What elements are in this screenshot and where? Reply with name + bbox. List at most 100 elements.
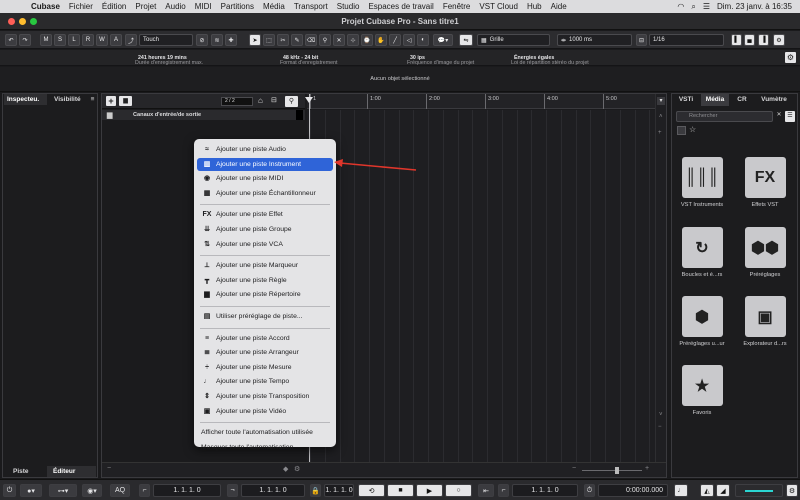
tab-inspector[interactable]: Inspecteu.: [4, 94, 47, 105]
speech-bubble-icon[interactable]: 💬▾: [433, 34, 453, 46]
tab-cr[interactable]: CR: [733, 94, 751, 106]
horizontal-zoom-thumb[interactable]: [615, 467, 619, 474]
wifi-icon[interactable]: ◠: [677, 2, 684, 11]
zoom-out-v-icon[interactable]: −: [658, 424, 662, 430]
infoline-settings-icon[interactable]: ⚙: [785, 52, 796, 63]
automation-icon[interactable]: ⤴: [125, 34, 137, 46]
record-icon[interactable]: ○: [445, 484, 472, 497]
track-zoom-handle-icon[interactable]: ◆: [283, 465, 288, 473]
line-tool-icon[interactable]: ╱: [389, 34, 401, 46]
transport-settings-icon[interactable]: ⚙: [786, 484, 798, 497]
lower-zone-toggle-icon[interactable]: ▄: [744, 34, 755, 46]
context-menu-item[interactable]: FX Ajouter une piste Effet: [197, 208, 333, 221]
mediabay-tile[interactable]: ▣ Explorateur d...rs: [735, 296, 795, 347]
menu-9[interactable]: Espaces de travail: [368, 2, 433, 11]
comp-tool-icon[interactable]: ⊹: [347, 34, 359, 46]
mediabay-tile[interactable]: ⬢⬢ Préréglages: [735, 227, 795, 278]
context-menu-item[interactable]: Afficher toute l'automatisation utilisée: [197, 426, 333, 439]
context-menu-item[interactable]: ▦ Ajouter une piste Échantillonneur: [197, 187, 333, 200]
mode-button-a[interactable]: A: [110, 34, 122, 46]
time-display-primary[interactable]: 1. 1. 1. 0: [512, 484, 578, 497]
menu-4[interactable]: MIDI: [195, 2, 212, 11]
context-menu-item[interactable]: ≣ Ajouter une piste Arrangeur: [197, 346, 333, 359]
mode-button-w[interactable]: W: [96, 34, 108, 46]
zone-menu-icon[interactable]: ≡: [88, 94, 97, 105]
context-menu-item[interactable]: ÷ Ajouter une piste Mesure: [197, 361, 333, 374]
tab-vumètre[interactable]: Vumètre: [755, 94, 793, 106]
menu-clock[interactable]: Dim. 23 janv. à 16:35: [717, 2, 792, 11]
context-menu-item[interactable]: ≈ Ajouter une piste Audio: [197, 143, 333, 156]
click-icon[interactable]: ◭: [700, 484, 714, 497]
zoom-in-v-icon[interactable]: +: [658, 130, 662, 136]
home-icon[interactable]: ⌂: [258, 96, 268, 106]
left-zone-toggle-icon[interactable]: ▌: [731, 34, 742, 46]
menu-8[interactable]: Studio: [337, 2, 360, 11]
right-locator-icon[interactable]: ¬: [227, 484, 238, 497]
record-format[interactable]: Format d'enregistrement 48 kHz - 24 bit: [280, 55, 338, 66]
context-menu-item[interactable]: ▥ Ajouter une piste Instrument: [197, 157, 333, 171]
object-selection-tool-icon[interactable]: ➤: [249, 34, 261, 46]
ruler-menu-icon[interactable]: ▾: [657, 97, 665, 105]
play-tool-icon[interactable]: ◁: [403, 34, 415, 46]
tab-visibility[interactable]: Visibilité: [51, 94, 86, 105]
menu-3[interactable]: Audio: [165, 2, 185, 11]
quantize-select[interactable]: 1/16: [649, 34, 724, 46]
right-zone-toggle-icon[interactable]: ▐: [758, 34, 769, 46]
menu-2[interactable]: Projet: [135, 2, 156, 11]
insert-mode-icon[interactable]: ✚: [225, 34, 237, 46]
horizontal-zoom-slider[interactable]: [582, 470, 642, 471]
menu-11[interactable]: VST Cloud: [479, 2, 518, 11]
mode-button-l[interactable]: L: [68, 34, 80, 46]
erase-tool-icon[interactable]: ⌫: [305, 34, 317, 46]
timeline-ruler[interactable]: 1 1:00 2:00 3:00 4:00 5:00: [307, 94, 661, 109]
favorite-star-icon[interactable]: ☆: [689, 125, 696, 134]
menu-0[interactable]: Fichier: [69, 2, 93, 11]
record-mode-icon[interactable]: ●▾: [20, 484, 42, 497]
context-menu-item[interactable]: ≡ Ajouter une piste Accord: [197, 332, 333, 345]
tab-track[interactable]: Piste: [13, 466, 29, 477]
position-field[interactable]: 1. 1. 1. 0: [324, 484, 354, 497]
split-tool-icon[interactable]: ✂: [277, 34, 289, 46]
mediabay-search-input[interactable]: Rechercher: [676, 111, 773, 122]
metronome-mode-icon[interactable]: ◉▾: [82, 484, 102, 497]
auto-quantize-button[interactable]: AQ: [110, 484, 130, 497]
pan-law[interactable]: Loi de répartition stéréo du projet Éner…: [511, 55, 589, 66]
range-tool-icon[interactable]: ⬚: [263, 34, 275, 46]
tab-editor[interactable]: Éditeur: [47, 466, 96, 477]
audio-in-icon[interactable]: ⊶▾: [49, 484, 77, 497]
hand-tool-icon[interactable]: ✋: [375, 34, 387, 46]
context-menu-item[interactable]: ▆ Ajouter une piste Répertoire: [197, 288, 333, 301]
track-search-icon[interactable]: ⚲: [285, 96, 298, 107]
app-menu-cubase[interactable]: Cubase: [31, 2, 60, 11]
footer-settings-icon[interactable]: ⚙: [294, 465, 300, 473]
activate-project-icon[interactable]: ⏻: [3, 484, 16, 497]
settings-icon[interactable]: ⚙: [773, 34, 785, 46]
context-menu-item[interactable]: ♩ Ajouter une piste Tempo: [197, 375, 333, 388]
mode-button-s[interactable]: S: [54, 34, 66, 46]
quantize-icon[interactable]: ⊟: [636, 34, 647, 46]
right-locator-field[interactable]: 1. 1. 1. 0: [241, 484, 305, 497]
zoom-in-h-icon[interactable]: +: [645, 465, 649, 472]
tab-média[interactable]: Média: [701, 94, 729, 106]
mediabay-tile[interactable]: ↻ Boucles et é...rs: [672, 227, 732, 278]
add-track-icon[interactable]: +: [106, 96, 116, 106]
context-menu-item[interactable]: ▤ Utiliser préréglage de piste...: [197, 310, 333, 323]
menu-7[interactable]: Transport: [294, 2, 328, 11]
menu-13[interactable]: Aide: [551, 2, 567, 11]
scroll-up-icon[interactable]: ˄: [659, 114, 663, 120]
search-icon[interactable]: ⌕: [691, 2, 695, 12]
color-tool-icon[interactable]: ◐: [417, 34, 429, 46]
context-menu-item[interactable]: ⇕ Ajouter une piste Transposition: [197, 390, 333, 403]
vertical-scrollbar[interactable]: ▾ ˄ + ˅ −: [655, 94, 666, 477]
time-display-icon[interactable]: ⌐: [498, 484, 509, 497]
snap-mode-icon[interactable]: ≋: [211, 34, 223, 46]
metronome-icon[interactable]: ◢: [716, 484, 730, 497]
context-menu-item[interactable]: ⟂ Ajouter une piste Marqueur: [197, 259, 333, 272]
context-menu-item[interactable]: ⇅ Ajouter une piste VCA: [197, 238, 333, 251]
cycle-icon[interactable]: ⟲: [358, 484, 385, 497]
redo-icon[interactable]: ↷: [19, 34, 31, 46]
automation-mode-select[interactable]: Touch: [139, 34, 193, 46]
scroll-down-icon[interactable]: ˅: [659, 412, 663, 418]
frame-rate[interactable]: Fréquence d'image du projet 30 ips: [407, 55, 474, 66]
context-menu-item[interactable]: ◉ Ajouter une piste MIDI: [197, 172, 333, 185]
